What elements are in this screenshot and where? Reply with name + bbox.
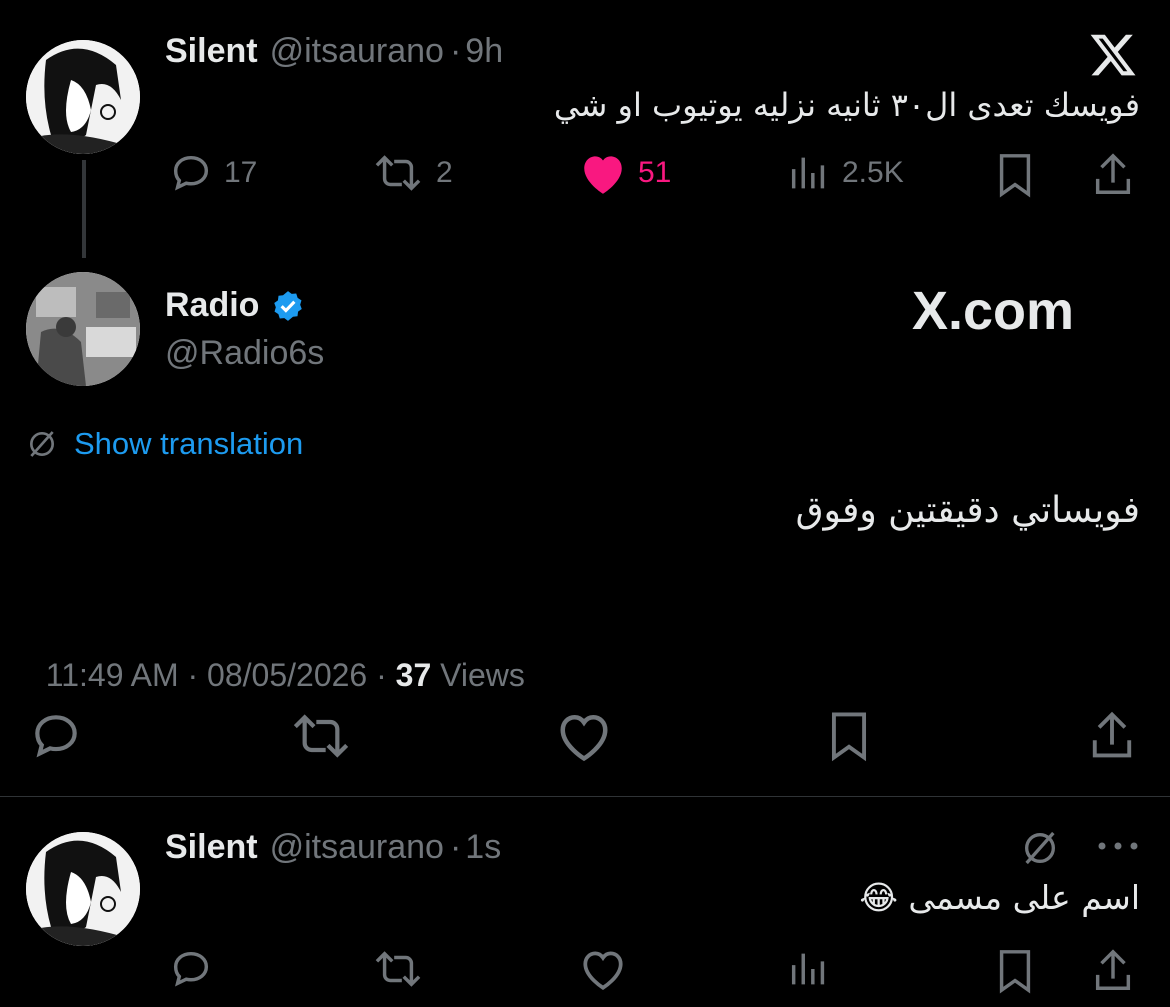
heart-icon xyxy=(583,951,623,990)
views-button[interactable] xyxy=(786,946,832,992)
repost-icon xyxy=(293,714,349,758)
tweet-text: فويساتي دقيقتين وفوق xyxy=(795,490,1140,531)
repost-count: 2 xyxy=(436,156,453,189)
separator: · xyxy=(449,32,462,70)
x-logo-icon xyxy=(1088,30,1138,85)
heart-filled-icon xyxy=(584,156,622,194)
show-translation-label[interactable]: Show translation xyxy=(74,426,303,462)
share-icon xyxy=(1095,153,1131,194)
like-button[interactable] xyxy=(578,946,628,992)
share-button[interactable] xyxy=(1090,946,1136,996)
repost-icon xyxy=(375,155,421,191)
reply-icon xyxy=(35,715,77,758)
views-count[interactable]: 37 xyxy=(396,657,432,693)
author-handle[interactable]: @itsaurano xyxy=(270,828,444,867)
avatar[interactable] xyxy=(26,832,140,946)
like-button[interactable] xyxy=(554,708,614,764)
reply-count: 17 xyxy=(224,156,258,189)
repost-button[interactable] xyxy=(288,708,354,764)
share-icon xyxy=(1092,711,1132,758)
analytics-icon xyxy=(791,953,825,985)
timestamp[interactable]: 11:49 AM · 08/05/2026 · xyxy=(46,657,396,693)
translate-icon xyxy=(30,431,54,457)
more-options-icon[interactable] xyxy=(1096,836,1140,861)
like-button[interactable]: 51 xyxy=(578,150,671,196)
author-handle[interactable]: @itsaurano xyxy=(270,32,444,71)
divider xyxy=(0,796,1170,797)
post-time[interactable]: 1s xyxy=(465,828,501,867)
avatar[interactable] xyxy=(26,40,140,154)
reply-button[interactable] xyxy=(28,708,84,764)
share-icon xyxy=(1095,949,1131,990)
timestamp-line: 11:49 AM · 08/05/2026 · 37 Views xyxy=(28,620,525,694)
author-handle[interactable]: @Radio6s xyxy=(165,334,324,373)
reply-icon xyxy=(173,951,209,987)
reply-header: Silent @itsaurano · 1s xyxy=(165,828,501,867)
views-label[interactable]: Views xyxy=(431,657,525,693)
share-button[interactable] xyxy=(1084,708,1140,764)
reply-icon xyxy=(173,155,209,191)
tweet-text: فويسك تعدى ال٣٠ ثانيه نزليه يوتيوب او شي xyxy=(553,86,1140,124)
show-translation-link[interactable]: Show translation xyxy=(26,426,303,462)
like-count: 51 xyxy=(638,156,672,189)
watermark: X.com xyxy=(912,281,1075,341)
bookmark-icon xyxy=(999,154,1031,198)
analytics-icon xyxy=(791,157,825,189)
post-time[interactable]: 9h xyxy=(465,32,503,71)
separator: · xyxy=(449,828,462,866)
bookmark-icon xyxy=(831,712,867,762)
repost-icon xyxy=(375,951,421,987)
reply-button[interactable] xyxy=(168,946,214,992)
heart-icon xyxy=(560,714,608,762)
bookmark-button[interactable] xyxy=(992,150,1038,200)
share-button[interactable] xyxy=(1090,150,1136,200)
tweet-text: اسم على مسمى 😂 xyxy=(859,878,1140,917)
repost-button[interactable] xyxy=(370,946,426,992)
thread-line xyxy=(82,160,86,258)
repost-button[interactable]: 2 xyxy=(370,150,453,196)
translate-toggle-icon[interactable] xyxy=(1020,828,1060,873)
views-button[interactable]: 2.5K xyxy=(786,150,904,196)
author-name[interactable]: Silent xyxy=(165,828,258,867)
bookmark-icon xyxy=(999,950,1031,994)
verified-badge-icon xyxy=(274,290,303,321)
views-count: 2.5K xyxy=(842,156,904,189)
main-author: Radio xyxy=(165,286,305,325)
reply-button[interactable]: 17 xyxy=(168,150,257,196)
author-name[interactable]: Radio xyxy=(165,286,259,325)
bookmark-button[interactable] xyxy=(822,708,876,764)
parent-header: Silent @itsaurano · 9h xyxy=(165,32,503,71)
bookmark-button[interactable] xyxy=(992,946,1038,996)
author-name[interactable]: Silent xyxy=(165,32,258,71)
avatar[interactable] xyxy=(26,272,140,386)
